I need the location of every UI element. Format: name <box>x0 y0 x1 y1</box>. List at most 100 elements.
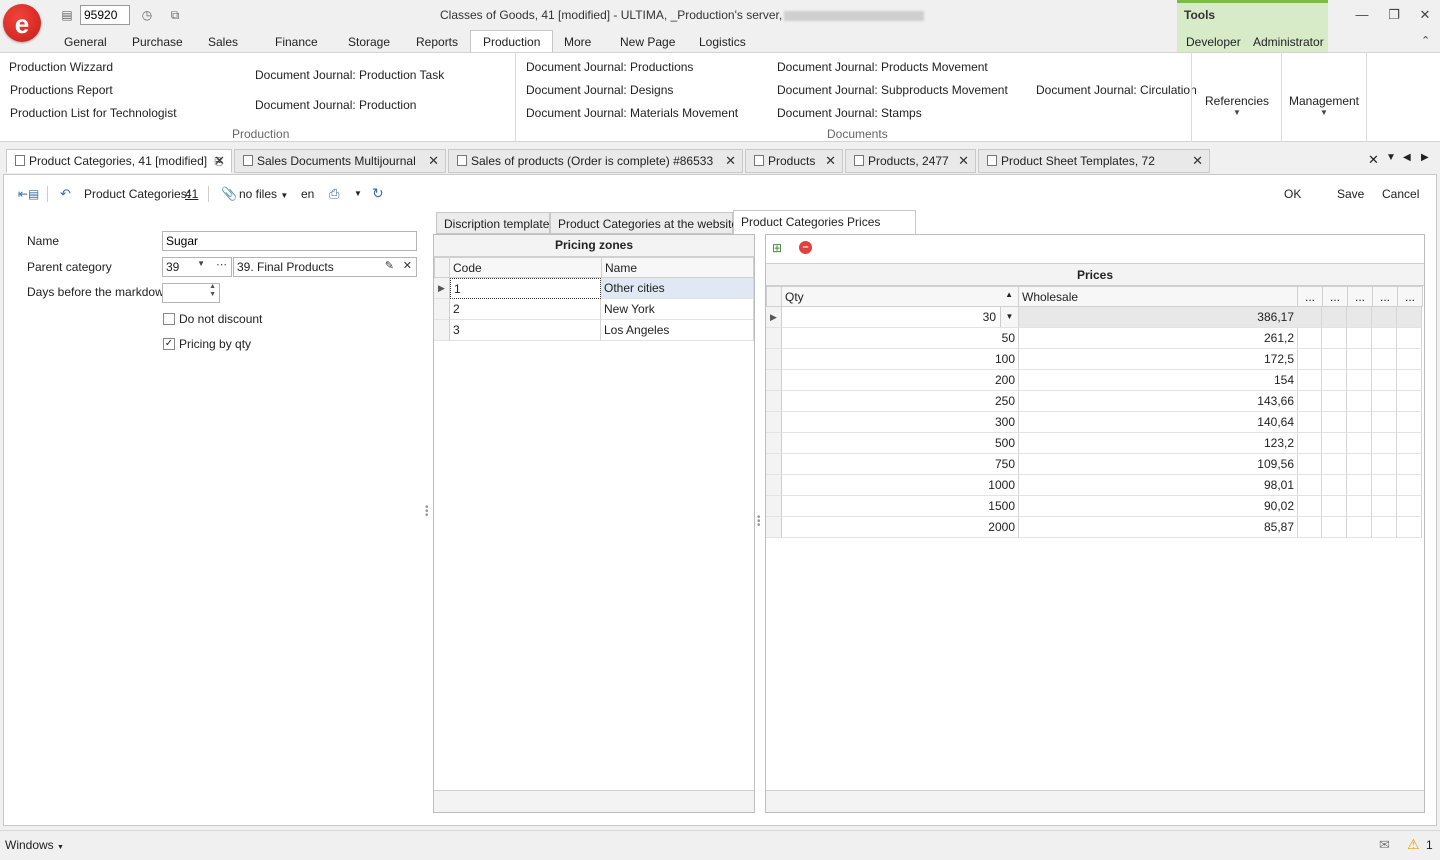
tab-storage[interactable]: Storage <box>348 35 390 49</box>
tab-new-page[interactable]: New Page <box>620 35 675 49</box>
clock-icon[interactable]: ◷ <box>139 7 155 23</box>
save-button[interactable]: Save <box>1337 187 1364 201</box>
table-cell-wholesale[interactable]: 172,5 <box>1019 349 1298 370</box>
tab-description-template[interactable]: Discription template <box>436 212 550 234</box>
close-tab-icon[interactable]: ✕ <box>1192 153 1203 169</box>
doc-tab-products-2477[interactable]: Products, 2477 ✕ <box>845 149 976 173</box>
table-cell-extra[interactable] <box>1297 328 1322 349</box>
table-cell-extra[interactable] <box>1397 496 1422 517</box>
pricing-by-qty-checkbox[interactable]: ✓ <box>163 338 175 350</box>
ribbon-journal-productions[interactable]: Document Journal: Productions <box>526 60 693 74</box>
table-cell-extra[interactable] <box>1372 328 1397 349</box>
delete-row-icon[interactable]: – <box>799 241 812 254</box>
table-cell-qty[interactable]: 50 <box>782 328 1019 349</box>
refresh-icon[interactable]: ↻ <box>372 185 384 202</box>
column-header-extra[interactable]: ... <box>1372 286 1398 307</box>
tab-sales[interactable]: Sales <box>208 35 238 49</box>
table-cell-qty[interactable]: 750 <box>782 454 1019 475</box>
column-header-extra[interactable]: ... <box>1322 286 1348 307</box>
table-cell-extra[interactable] <box>1397 328 1422 349</box>
ribbon-journal-subproducts-movement[interactable]: Document Journal: Subproducts Movement <box>777 83 1008 97</box>
envelope-icon[interactable]: ✉ <box>1379 837 1390 853</box>
close-tab-icon[interactable]: ✕ <box>958 153 969 169</box>
tab-purchase[interactable]: Purchase <box>132 35 183 49</box>
doc-tab-sales-of-products[interactable]: Sales of products (Order is complete) #8… <box>448 149 743 173</box>
add-row-icon[interactable]: ⊞ <box>772 241 782 255</box>
table-cell-extra[interactable] <box>1372 517 1397 538</box>
doc-tab-products[interactable]: Products ✕ <box>745 149 843 173</box>
ribbon-management-button[interactable]: Management ▼ <box>1283 94 1365 117</box>
scroll-left-icon[interactable]: ◀ <box>1403 152 1411 163</box>
table-cell-extra[interactable] <box>1347 517 1372 538</box>
table-cell-wholesale[interactable]: 143,66 <box>1019 391 1298 412</box>
scroll-right-icon[interactable]: ▶ <box>1421 152 1429 163</box>
table-cell-extra[interactable] <box>1322 454 1347 475</box>
spinner-arrows-icon[interactable]: ▲ ▼ <box>209 283 216 299</box>
table-cell-extra[interactable] <box>1322 328 1347 349</box>
table-cell-extra[interactable] <box>1322 307 1347 328</box>
table-cell-code[interactable]: 2 <box>450 299 601 320</box>
table-cell-extra[interactable] <box>1347 307 1372 328</box>
table-cell-wholesale[interactable]: 386,17 <box>1019 307 1298 328</box>
copy-icon[interactable]: ⧉ <box>167 7 183 23</box>
table-cell-qty[interactable]: 100 <box>782 349 1019 370</box>
table-cell-qty[interactable]: 1500 <box>782 496 1019 517</box>
table-cell-qty[interactable]: 2000 <box>782 517 1019 538</box>
column-header-wholesale[interactable]: Wholesale <box>1018 286 1298 307</box>
table-cell-qty[interactable]: 1000 <box>782 475 1019 496</box>
table-cell-extra[interactable] <box>1372 412 1397 433</box>
table-cell-name[interactable]: Los Angeles <box>601 320 754 341</box>
table-cell-extra[interactable] <box>1397 307 1422 328</box>
close-tab-icon[interactable]: ✕ <box>214 153 225 169</box>
table-cell-name[interactable]: New York <box>601 299 754 320</box>
table-cell-extra[interactable] <box>1297 370 1322 391</box>
table-cell-qty[interactable]: 300 <box>782 412 1019 433</box>
table-cell-extra[interactable] <box>1397 454 1422 475</box>
table-cell-wholesale[interactable]: 90,02 <box>1019 496 1298 517</box>
table-cell-extra[interactable] <box>1397 475 1422 496</box>
collapse-ribbon-icon[interactable]: ⌃ <box>1421 34 1430 47</box>
tab-production[interactable]: Production <box>470 30 554 52</box>
table-cell-extra[interactable] <box>1397 370 1422 391</box>
ribbon-journal-production[interactable]: Document Journal: Production <box>255 98 416 112</box>
tab-categories-website[interactable]: Product Categories at the website <box>550 212 738 234</box>
table-cell-extra[interactable] <box>1347 412 1372 433</box>
table-cell-code[interactable]: 1 <box>450 278 601 299</box>
undo-icon[interactable]: ↶ <box>60 186 71 202</box>
table-cell-qty[interactable]: 200 <box>782 370 1019 391</box>
table-cell-wholesale[interactable]: 85,87 <box>1019 517 1298 538</box>
table-cell-extra[interactable] <box>1347 454 1372 475</box>
table-cell-wholesale[interactable]: 123,2 <box>1019 433 1298 454</box>
windows-menu[interactable]: Windows ▼ <box>5 838 64 852</box>
table-cell-extra[interactable] <box>1372 370 1397 391</box>
ribbon-production-list-technologist[interactable]: Production List for Technologist <box>10 106 177 120</box>
table-cell-extra[interactable] <box>1322 433 1347 454</box>
table-cell-wholesale[interactable]: 140,64 <box>1019 412 1298 433</box>
ellipsis-icon[interactable]: ⋯ <box>216 258 227 271</box>
parent-category-code-field[interactable]: 39 ▼ ⋯ <box>162 257 232 277</box>
table-cell-extra[interactable] <box>1297 433 1322 454</box>
ribbon-journal-designs[interactable]: Document Journal: Designs <box>526 83 673 97</box>
language-selector[interactable]: en <box>301 187 314 201</box>
tab-administrator[interactable]: Administrator <box>1253 35 1324 49</box>
table-cell-extra[interactable] <box>1397 412 1422 433</box>
table-cell-extra[interactable] <box>1297 412 1322 433</box>
close-tab-icon[interactable]: ✕ <box>825 153 836 169</box>
document-icon[interactable]: ▤ <box>59 7 75 23</box>
table-cell-wholesale[interactable]: 261,2 <box>1019 328 1298 349</box>
close-window-icon[interactable]: ✕ <box>1415 6 1435 24</box>
table-cell-extra[interactable] <box>1372 454 1397 475</box>
chevron-down-icon[interactable]: ▼ <box>1000 307 1018 327</box>
edit-pencil-icon[interactable]: ✎ <box>385 259 394 272</box>
table-cell-extra[interactable] <box>1322 391 1347 412</box>
table-cell-extra[interactable] <box>1322 370 1347 391</box>
ribbon-journal-products-movement[interactable]: Document Journal: Products Movement <box>777 60 988 74</box>
table-cell-extra[interactable] <box>1297 475 1322 496</box>
table-cell-extra[interactable] <box>1347 370 1372 391</box>
splitter-handle[interactable]: • • • <box>757 513 761 531</box>
table-cell-extra[interactable] <box>1322 475 1347 496</box>
table-cell-extra[interactable] <box>1297 496 1322 517</box>
days-before-markdown-spinner[interactable]: ▲ ▼ <box>162 283 220 303</box>
table-cell-extra[interactable] <box>1397 349 1422 370</box>
record-id-link[interactable]: 41 <box>185 187 198 201</box>
